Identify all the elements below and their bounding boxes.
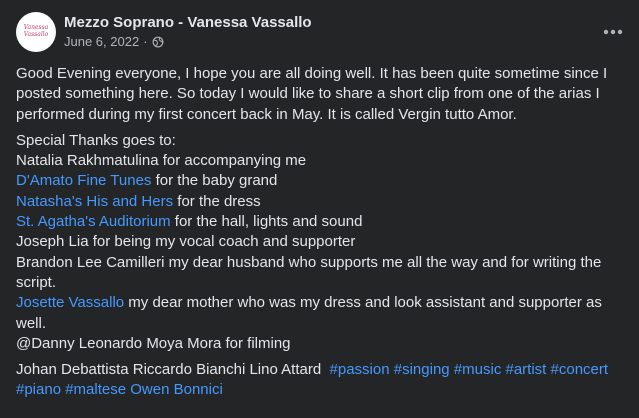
- thanks-line: @Danny Leonardo Moya Mora for filming: [16, 334, 626, 354]
- thanks-line: D'Amato Fine Tunes for the baby grand: [16, 171, 626, 191]
- thanks-line: Josette Vassallo my dear mother who was …: [16, 293, 626, 334]
- more-horizontal-icon: [603, 29, 623, 35]
- thanks-section: Special Thanks goes to: Natalia Rakhmatu…: [16, 131, 626, 354]
- separator-dot: ·: [143, 34, 148, 49]
- thanks-line: Brandon Lee Camilleri my dear husband wh…: [16, 253, 626, 294]
- hashtag-link[interactable]: #piano: [16, 381, 61, 398]
- page-name[interactable]: Mezzo Soprano - Vanessa Vassallo: [64, 13, 312, 33]
- avatar[interactable]: Vanessa Vassallo: [16, 12, 56, 52]
- hashtag-link[interactable]: #artist: [506, 361, 547, 378]
- thanks-line: Natasha's His and Hers for the dress: [16, 192, 626, 212]
- tag-link-josette[interactable]: Josette Vassallo: [16, 294, 124, 311]
- tag-link-owen-bonnici[interactable]: Owen Bonnici: [130, 381, 223, 398]
- more-options-button[interactable]: [601, 20, 625, 44]
- thanks-text: Joseph Lia for being my vocal coach and …: [16, 233, 356, 251]
- tag-link-st-agathas[interactable]: St. Agatha's Auditorium: [16, 213, 171, 230]
- thanks-line: Joseph Lia for being my vocal coach and …: [16, 232, 626, 252]
- thanks-line: St. Agatha's Auditorium for the hall, li…: [16, 212, 626, 232]
- tag-link-damato[interactable]: D'Amato Fine Tunes: [16, 172, 151, 189]
- post-body: Good Evening everyone, I hope you are al…: [16, 64, 626, 407]
- hashtag-link[interactable]: #music: [454, 361, 502, 378]
- hashtag-link[interactable]: #passion: [330, 361, 390, 378]
- thanks-heading: Special Thanks goes to:: [16, 131, 176, 149]
- post-meta: Mezzo Soprano - Vanessa Vassallo June 6,…: [64, 13, 312, 51]
- thanks-text: @Danny Leonardo Moya Mora for filming: [16, 334, 291, 352]
- hashtag-link[interactable]: #maltese: [65, 381, 126, 398]
- thanks-text: for the hall, lights and sound: [170, 213, 363, 231]
- thanks-text: for the baby grand: [151, 172, 278, 190]
- thanks-text: Natalia Rakhmatulina for accompanying me: [16, 152, 307, 170]
- globe-icon[interactable]: [152, 36, 164, 48]
- intro-paragraph: Good Evening everyone, I hope you are al…: [16, 65, 608, 123]
- hashtag-link[interactable]: #singing: [394, 361, 450, 378]
- credits-text: Johan Debattista Riccardo Bianchi Lino A…: [16, 361, 322, 379]
- thanks-text: for the dress: [173, 192, 261, 210]
- post-date[interactable]: June 6, 2022: [64, 33, 139, 51]
- thanks-line: Natalia Rakhmatulina for accompanying me: [16, 151, 626, 171]
- hashtag-link[interactable]: #concert: [551, 361, 609, 378]
- tag-link-natashas[interactable]: Natasha's His and Hers: [16, 193, 173, 210]
- thanks-text: Brandon Lee Camilleri my dear husband wh…: [16, 253, 602, 291]
- credits-paragraph: Johan Debattista Riccardo Bianchi Lino A…: [16, 360, 626, 401]
- facebook-post: Vanessa Vassallo Mezzo Soprano - Vanessa…: [0, 0, 639, 418]
- avatar-logo-text: Vanessa Vassallo: [23, 24, 49, 38]
- post-subline: June 6, 2022 ·: [64, 33, 312, 51]
- post-header: Vanessa Vassallo Mezzo Soprano - Vanessa…: [16, 12, 312, 52]
